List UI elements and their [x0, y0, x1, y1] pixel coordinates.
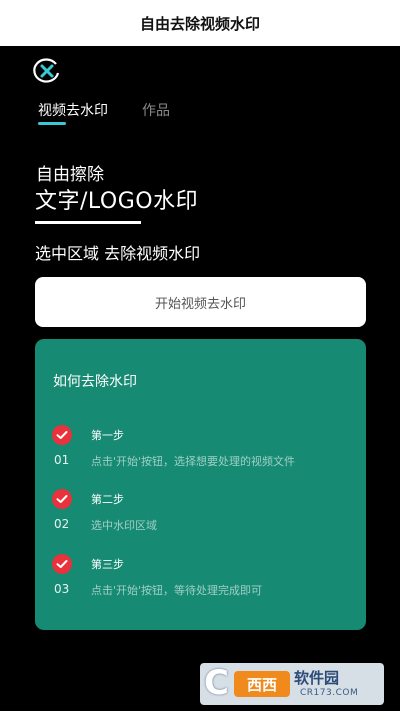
- app-screen: 视频去水印 作品 自由擦除 文字/LOGO水印 选中区域 去除视频水印 开始视频…: [0, 46, 400, 711]
- tab-bar: 视频去水印 作品: [38, 100, 170, 125]
- hero-tagline: 选中区域 去除视频水印: [35, 244, 201, 263]
- start-watermark-removal-button[interactable]: 开始视频去水印: [35, 277, 366, 327]
- check-icon: [52, 489, 72, 509]
- step-item: 第二步 02 选中水印区域: [35, 489, 366, 539]
- tab-works[interactable]: 作品: [142, 100, 170, 120]
- caption-title: 自由去除视频水印: [139, 14, 260, 33]
- step-item: 第三步 03 点击'开始'按钮，等待处理完成即可: [35, 554, 366, 604]
- step-description: 点击'开始'按钮，等待处理完成即可: [91, 584, 263, 597]
- card-title: 如何去除水印: [53, 374, 137, 390]
- hero-subtitle: 自由擦除: [36, 165, 104, 185]
- site-watermark-logo: C 西西 软件园 CR173.COM: [200, 663, 384, 705]
- watermark-url: CR173.COM: [300, 688, 359, 698]
- watermark-name: 软件园: [294, 669, 340, 687]
- caption-bar: 自由去除视频水印: [0, 0, 400, 46]
- step-title: 第三步: [91, 558, 124, 571]
- check-icon: [52, 425, 72, 445]
- how-to-card: 如何去除水印 第一步 01 点击'开始'按钮，选择想要处理的视频文件 第二步 0…: [35, 339, 366, 630]
- hero-divider: [35, 221, 141, 224]
- hero-title: 文字/LOGO水印: [35, 189, 199, 214]
- step-number: 03: [54, 582, 70, 596]
- tab-label: 作品: [142, 103, 170, 119]
- active-tab-indicator: [38, 122, 66, 125]
- step-title: 第二步: [91, 493, 124, 506]
- step-item: 第一步 01 点击'开始'按钮，选择想要处理的视频文件: [35, 425, 366, 475]
- step-title: 第一步: [91, 429, 124, 442]
- step-number: 01: [54, 453, 70, 467]
- check-icon: [52, 554, 72, 574]
- step-description: 点击'开始'按钮，选择想要处理的视频文件: [91, 455, 296, 468]
- x-circle-logo-icon: [33, 58, 60, 83]
- watermark-mark: C: [204, 663, 229, 703]
- step-description: 选中水印区域: [91, 519, 157, 532]
- watermark-badge: 西西: [234, 671, 290, 697]
- step-number: 02: [54, 517, 70, 531]
- tab-video-watermark[interactable]: 视频去水印: [38, 100, 108, 125]
- tab-label: 视频去水印: [38, 103, 108, 119]
